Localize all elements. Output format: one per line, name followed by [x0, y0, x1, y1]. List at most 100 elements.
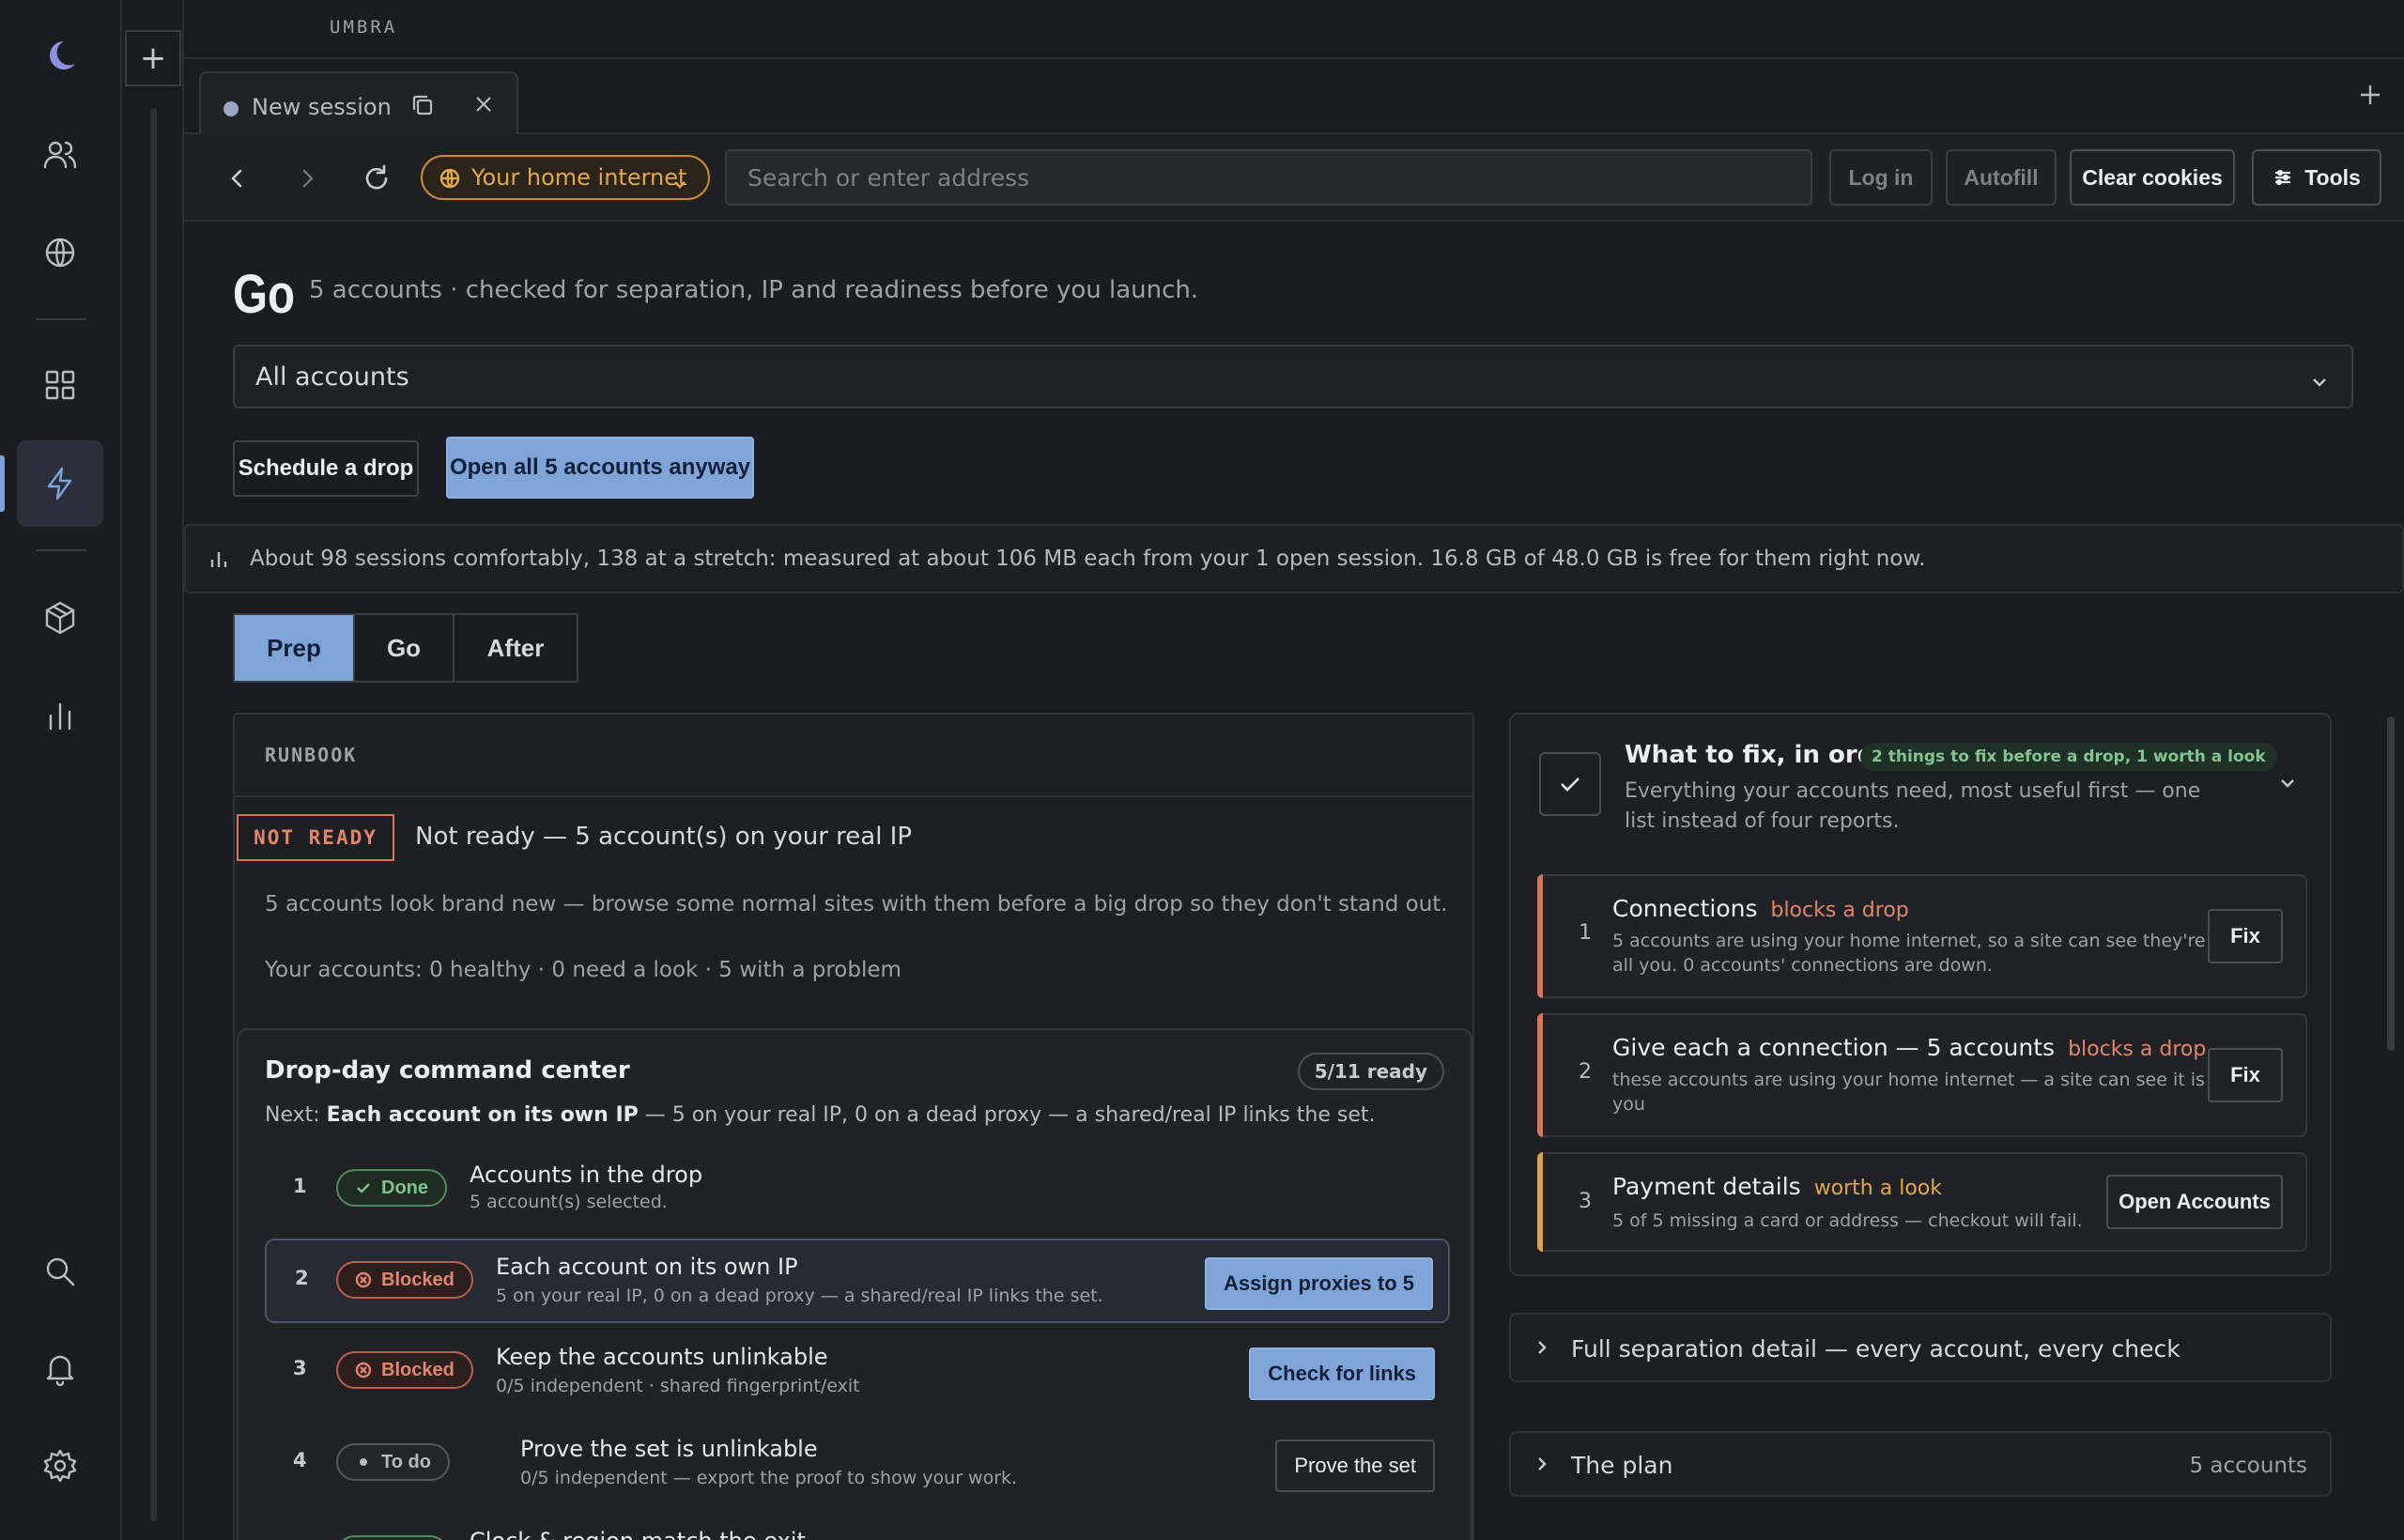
add-session-button[interactable]: +: [125, 30, 181, 86]
step-desc: 5 account(s) selected.: [470, 1192, 668, 1212]
blocked-icon: [355, 1362, 372, 1378]
bar-chart-icon[interactable]: [17, 672, 103, 759]
back-arrow-icon[interactable]: [220, 161, 255, 196]
blocked-icon: [355, 1271, 372, 1288]
tab-prep[interactable]: Prep: [235, 615, 355, 681]
separation-detail-expander[interactable]: Full separation detail — every account, …: [1509, 1313, 2332, 1382]
fix-item-number: 1: [1579, 921, 1592, 945]
proxy-selector[interactable]: Your home internet: [421, 155, 710, 200]
step-title: Prove the set is unlinkable: [520, 1436, 818, 1462]
fix-button[interactable]: Fix: [2208, 909, 2283, 963]
capacity-info-text: About 98 sessions comfortably, 138 at a …: [250, 547, 1926, 571]
chevron-down-icon: [672, 172, 687, 189]
app-brand: UMBRA: [330, 17, 398, 38]
step-title: Each account on its own IP: [496, 1254, 798, 1280]
fix-item: 3 Payment details worth a look 5 of 5 mis…: [1537, 1152, 2307, 1252]
forward-arrow-icon[interactable]: [289, 161, 325, 196]
check-icon: [1561, 778, 1580, 792]
fix-item: 1 Connections blocks a drop 5 accounts ar…: [1537, 874, 2307, 998]
login-button[interactable]: Log in: [1829, 149, 1933, 206]
fix-item: 2 Give each a connection — 5 accounts blo…: [1537, 1013, 2307, 1137]
fix-item-title: Payment details worth a look: [1612, 1173, 1942, 1200]
fix-item-desc: 5 accounts are using your home internet,…: [1612, 931, 2206, 976]
account-health-summary: Your accounts: 0 healthy · 0 need a look…: [265, 958, 902, 982]
mark-done-checkbox[interactable]: [1539, 752, 1601, 816]
right-scrollbar[interactable]: [2387, 716, 2395, 1051]
tab-after[interactable]: After: [455, 615, 577, 681]
tab-label: New session: [252, 94, 392, 120]
runbook-panel: RUNBOOK NOT READY Not ready — 5 account(…: [233, 713, 1474, 1540]
rail-divider: [36, 318, 86, 320]
not-ready-badge: NOT READY: [237, 814, 394, 861]
severity-tag: blocks a drop: [1770, 899, 1909, 922]
tab-new-session[interactable]: New session: [199, 71, 518, 134]
chevron-down-icon: [2310, 369, 2329, 388]
box-icon[interactable]: [17, 575, 103, 661]
clear-cookies-button[interactable]: Clear cookies: [2070, 149, 2235, 206]
fix-item-desc: these accounts are using your home inter…: [1612, 1070, 2205, 1115]
plan-label: The plan: [1571, 1452, 1673, 1479]
readiness-status-text: Not ready — 5 account(s) on your real IP: [415, 823, 913, 851]
fix-button[interactable]: Fix: [2208, 1048, 2283, 1102]
step-title: Keep the accounts unlinkable: [496, 1344, 828, 1370]
top-strip: UMBRA: [184, 0, 2404, 59]
bolt-icon[interactable]: [17, 440, 103, 527]
account-select[interactable]: All accounts: [233, 345, 2353, 408]
fix-item-number: 3: [1579, 1190, 1592, 1213]
gear-icon[interactable]: [17, 1423, 103, 1509]
status-badge: [336, 1535, 449, 1540]
account-select-value: All accounts: [255, 362, 409, 392]
schedule-drop-button[interactable]: Schedule a drop: [233, 440, 419, 497]
status-label: To do: [381, 1451, 431, 1472]
command-center-title: Drop-day command center: [265, 1056, 630, 1085]
page-subtitle: 5 accounts · checked for separation, IP …: [309, 276, 1199, 304]
search-icon[interactable]: [17, 1228, 103, 1315]
session-column-scrollbar[interactable]: [150, 108, 157, 1521]
rail-divider: [36, 549, 86, 551]
tools-label: Tools: [2304, 164, 2361, 190]
users-icon[interactable]: [17, 112, 103, 198]
step-number: 4: [293, 1449, 307, 1471]
left-rail: [0, 0, 122, 1540]
severity-tag: worth a look: [1813, 1177, 1942, 1200]
new-tab-plus-icon[interactable]: [2353, 78, 2387, 112]
check-for-links-button[interactable]: Check for links: [1249, 1348, 1435, 1400]
fix-item-number: 2: [1579, 1060, 1592, 1084]
globe-icon[interactable]: [17, 209, 103, 296]
plan-expander[interactable]: The plan 5 accounts: [1509, 1431, 2332, 1497]
address-input[interactable]: [725, 149, 1812, 206]
dot-icon: [355, 1454, 372, 1471]
tools-button[interactable]: Tools: [2252, 149, 2381, 206]
runbook-heading: RUNBOOK: [235, 715, 1472, 797]
chevron-down-icon[interactable]: [2277, 773, 2298, 793]
severity-bar: [1537, 1152, 1543, 1252]
status-label: Blocked: [381, 1269, 455, 1290]
fix-item-title: Give each a connection — 5 accounts block…: [1612, 1034, 2206, 1061]
main-content: Go 5 accounts · checked for separation, …: [184, 222, 2404, 1540]
duplicate-tab-icon[interactable]: [409, 92, 436, 118]
sliders-icon: [2273, 167, 2293, 188]
assign-proxies-button[interactable]: Assign proxies to 5: [1205, 1257, 1433, 1310]
chevron-right-icon: [1533, 1455, 1550, 1472]
tab-status-dot: [223, 101, 239, 116]
next-label: Next:: [265, 1103, 320, 1127]
globe-icon: [439, 168, 460, 189]
grid-icon[interactable]: [17, 342, 103, 428]
reload-icon[interactable]: [359, 161, 394, 196]
open-accounts-button[interactable]: Open Accounts: [2106, 1175, 2283, 1229]
moon-logo-icon[interactable]: [17, 13, 103, 100]
autofill-button[interactable]: Autofill: [1946, 149, 2057, 206]
tab-go[interactable]: Go: [355, 615, 455, 681]
step-desc: 0/5 independent · shared fingerprint/exi…: [496, 1376, 860, 1396]
step-number: 2: [295, 1267, 309, 1289]
fix-list-subtitle: Everything your accounts need, most usef…: [1625, 779, 2201, 833]
open-all-accounts-button[interactable]: Open all 5 accounts anyway: [446, 437, 754, 499]
next-step-text: Next: Each account on its own IP — 5 on …: [265, 1103, 1376, 1127]
status-badge: Blocked: [336, 1261, 473, 1299]
status-label: Blocked: [381, 1359, 455, 1380]
proxy-label: Your home internet: [471, 164, 687, 191]
close-tab-icon[interactable]: [470, 90, 498, 118]
check-icon: [355, 1179, 372, 1196]
prove-set-button[interactable]: Prove the set: [1275, 1440, 1435, 1492]
bell-icon[interactable]: [17, 1325, 103, 1411]
